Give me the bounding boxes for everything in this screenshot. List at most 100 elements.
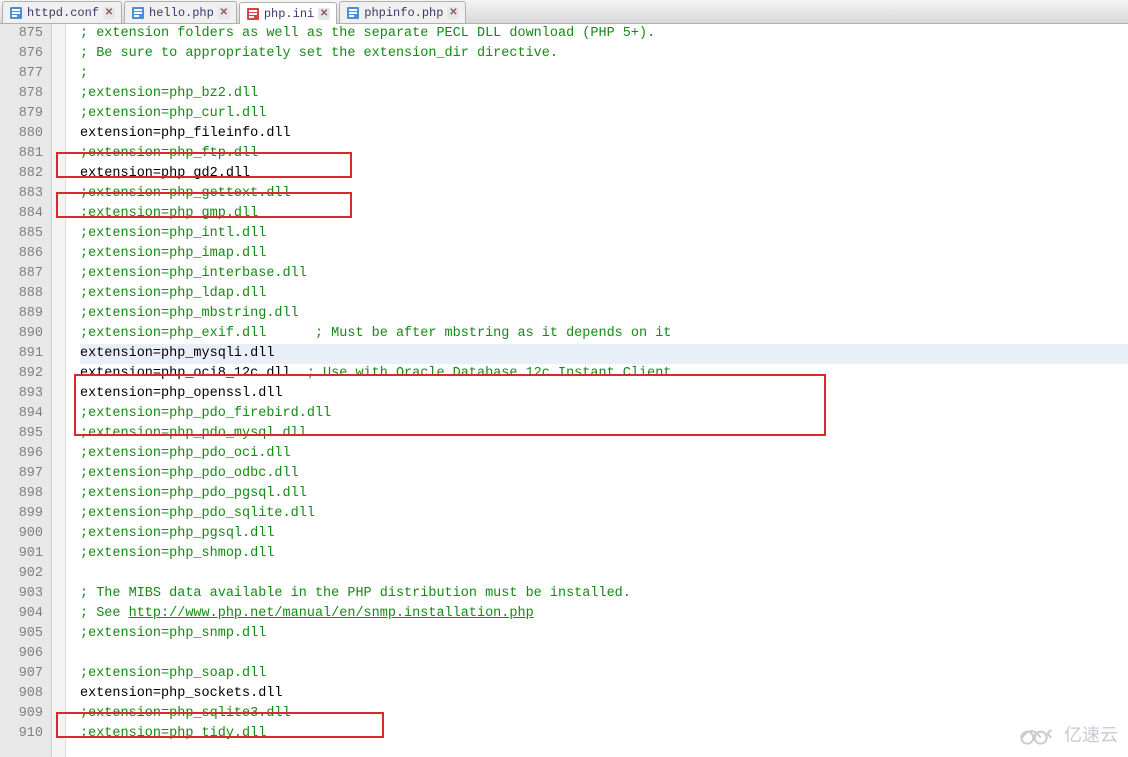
line-number: 897 — [0, 464, 43, 484]
close-icon[interactable]: ✕ — [318, 8, 330, 20]
code-line[interactable]: ;extension=php_gettext.dll — [80, 184, 1128, 204]
line-number: 875 — [0, 24, 43, 44]
code-line[interactable]: ;extension=php_pdo_pgsql.dll — [80, 484, 1128, 504]
line-number: 903 — [0, 584, 43, 604]
code-text: ;extension=php_ftp.dll — [80, 146, 258, 161]
code-text: ;extension=php_ldap.dll — [80, 286, 266, 301]
code-text: ;extension=php_exif.dll ; Must be after … — [80, 326, 671, 341]
code-text: ;extension=php_tidy.dll — [80, 726, 266, 741]
code-editor[interactable]: 8758768778788798808818828838848858868878… — [0, 24, 1128, 757]
code-line[interactable]: ; — [80, 64, 1128, 84]
code-line[interactable] — [80, 644, 1128, 664]
line-number: 876 — [0, 44, 43, 64]
code-line[interactable]: extension=php_oci8_12c.dll ; Use with Or… — [80, 364, 1128, 384]
code-line[interactable] — [80, 564, 1128, 584]
code-line[interactable]: ;extension=php_intl.dll — [80, 224, 1128, 244]
code-line[interactable]: extension=php_mysqli.dll — [80, 344, 1128, 364]
tab-label: hello.php — [149, 6, 214, 20]
code-line[interactable]: extension=php_gd2.dll — [80, 164, 1128, 184]
code-line[interactable]: ;extension=php_tidy.dll — [80, 724, 1128, 744]
code-line[interactable]: ;extension=php_gmp.dll — [80, 204, 1128, 224]
code-text: extension=php_oci8_12c.dll — [80, 366, 307, 381]
tab-label: phpinfo.php — [364, 6, 443, 20]
code-line[interactable]: ;extension=php_imap.dll — [80, 244, 1128, 264]
code-line[interactable]: ;extension=php_shmop.dll — [80, 544, 1128, 564]
code-line[interactable]: ;extension=php_sqlite3.dll — [80, 704, 1128, 724]
line-number: 908 — [0, 684, 43, 704]
line-number: 905 — [0, 624, 43, 644]
code-line[interactable]: ;extension=php_exif.dll ; Must be after … — [80, 324, 1128, 344]
code-line[interactable]: ;extension=php_ftp.dll — [80, 144, 1128, 164]
code-text: ; extension folders as well as the separ… — [80, 26, 655, 41]
line-number: 880 — [0, 124, 43, 144]
tab-label: httpd.conf — [27, 6, 99, 20]
code-text: ;extension=php_intl.dll — [80, 226, 266, 241]
line-number: 890 — [0, 324, 43, 344]
close-icon[interactable]: ✕ — [218, 7, 230, 19]
line-number: 904 — [0, 604, 43, 624]
code-text: ;extension=php_pdo_oci.dll — [80, 446, 291, 461]
line-number-gutter: 8758768778788798808818828838848858868878… — [0, 24, 52, 757]
line-number: 877 — [0, 64, 43, 84]
code-text: ;extension=php_interbase.dll — [80, 266, 307, 281]
line-number: 884 — [0, 204, 43, 224]
line-number: 882 — [0, 164, 43, 184]
line-number: 892 — [0, 364, 43, 384]
code-text: ;extension=php_bz2.dll — [80, 86, 258, 101]
code-text: ; — [80, 66, 88, 81]
file-icon — [346, 6, 360, 20]
code-line[interactable]: ;extension=php_bz2.dll — [80, 84, 1128, 104]
line-number: 883 — [0, 184, 43, 204]
code-line[interactable]: ;extension=php_pdo_odbc.dll — [80, 464, 1128, 484]
code-line[interactable]: ;extension=php_soap.dll — [80, 664, 1128, 684]
tab-bar: httpd.conf✕hello.php✕php.ini✕phpinfo.php… — [0, 0, 1128, 24]
tab-hello-php[interactable]: hello.php ✕ — [124, 1, 237, 23]
code-text: ;extension=php_gettext.dll — [80, 186, 291, 201]
code-area[interactable]: ; extension folders as well as the separ… — [66, 24, 1128, 757]
code-line[interactable]: ;extension=php_snmp.dll — [80, 624, 1128, 644]
code-text: ;extension=php_sqlite3.dll — [80, 706, 291, 721]
code-text: ;extension=php_pdo_mysql.dll — [80, 426, 307, 441]
file-icon — [131, 6, 145, 20]
line-number: 909 — [0, 704, 43, 724]
code-line[interactable]: ; extension folders as well as the separ… — [80, 24, 1128, 44]
line-number: 885 — [0, 224, 43, 244]
code-line[interactable]: ; See http://www.php.net/manual/en/snmp.… — [80, 604, 1128, 624]
line-number: 887 — [0, 264, 43, 284]
code-line[interactable]: ;extension=php_interbase.dll — [80, 264, 1128, 284]
code-text: ; The MIBS data available in the PHP dis… — [80, 586, 631, 601]
code-text: extension=php_openssl.dll — [80, 386, 283, 401]
code-line[interactable]: ;extension=php_pdo_oci.dll — [80, 444, 1128, 464]
tab-phpinfo-php[interactable]: phpinfo.php ✕ — [339, 1, 466, 23]
code-line[interactable]: ; Be sure to appropriately set the exten… — [80, 44, 1128, 64]
code-line[interactable]: ;extension=php_pdo_sqlite.dll — [80, 504, 1128, 524]
code-text: extension=php_sockets.dll — [80, 686, 283, 701]
code-text: ;extension=php_soap.dll — [80, 666, 266, 681]
code-text: ;extension=php_pdo_sqlite.dll — [80, 506, 315, 521]
code-line[interactable]: ;extension=php_pgsql.dll — [80, 524, 1128, 544]
code-line[interactable]: extension=php_sockets.dll — [80, 684, 1128, 704]
file-icon — [246, 7, 260, 21]
close-icon[interactable]: ✕ — [103, 7, 115, 19]
line-number: 898 — [0, 484, 43, 504]
code-line[interactable]: ; The MIBS data available in the PHP dis… — [80, 584, 1128, 604]
tab-php-ini[interactable]: php.ini✕ — [239, 2, 337, 24]
code-text: ;extension=php_pdo_odbc.dll — [80, 466, 299, 481]
line-number: 899 — [0, 504, 43, 524]
code-line[interactable]: ;extension=php_curl.dll — [80, 104, 1128, 124]
line-number: 895 — [0, 424, 43, 444]
line-number: 878 — [0, 84, 43, 104]
code-line[interactable]: ;extension=php_mbstring.dll — [80, 304, 1128, 324]
tab-httpd-conf[interactable]: httpd.conf ✕ — [2, 1, 122, 23]
code-text: ;extension=php_pdo_pgsql.dll — [80, 486, 307, 501]
code-line[interactable]: ;extension=php_pdo_firebird.dll — [80, 404, 1128, 424]
code-text: ;extension=php_gmp.dll — [80, 206, 258, 221]
code-text: ;extension=php_snmp.dll — [80, 626, 266, 641]
code-line[interactable]: extension=php_openssl.dll — [80, 384, 1128, 404]
close-icon[interactable]: ✕ — [447, 7, 459, 19]
file-icon — [9, 6, 23, 20]
code-line[interactable]: extension=php_fileinfo.dll — [80, 124, 1128, 144]
code-line[interactable]: ;extension=php_ldap.dll — [80, 284, 1128, 304]
url-link[interactable]: http://www.php.net/manual/en/snmp.instal… — [129, 606, 534, 621]
code-line[interactable]: ;extension=php_pdo_mysql.dll — [80, 424, 1128, 444]
